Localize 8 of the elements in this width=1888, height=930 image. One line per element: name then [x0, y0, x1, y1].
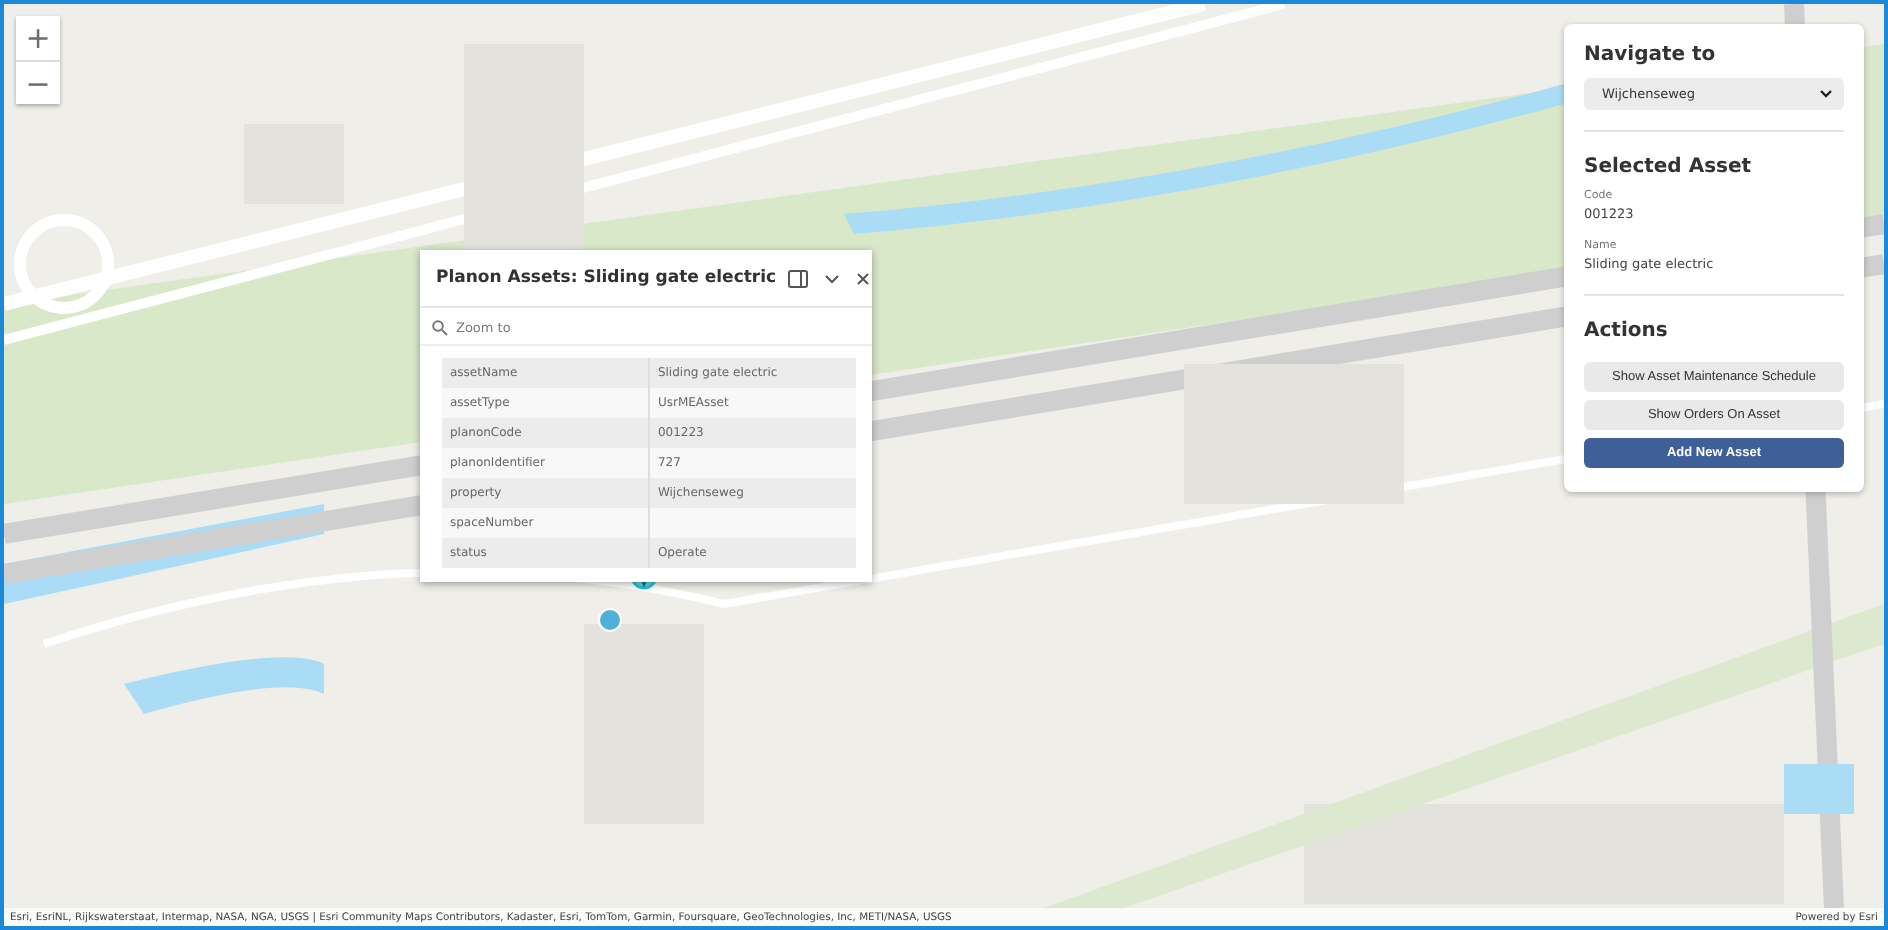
- zoom-in-button[interactable]: +: [16, 16, 60, 60]
- section-heading: Actions: [1584, 320, 1670, 342]
- zoom-out-button[interactable]: −: [16, 60, 60, 104]
- search-icon: [432, 320, 448, 336]
- chevron-down-icon: [1820, 90, 1832, 98]
- popup-title: Planon Assets: Sliding gate electric: [436, 268, 777, 288]
- section-heading: Navigate to: [1584, 44, 1718, 66]
- section-heading: Selected Asset: [1584, 156, 1754, 178]
